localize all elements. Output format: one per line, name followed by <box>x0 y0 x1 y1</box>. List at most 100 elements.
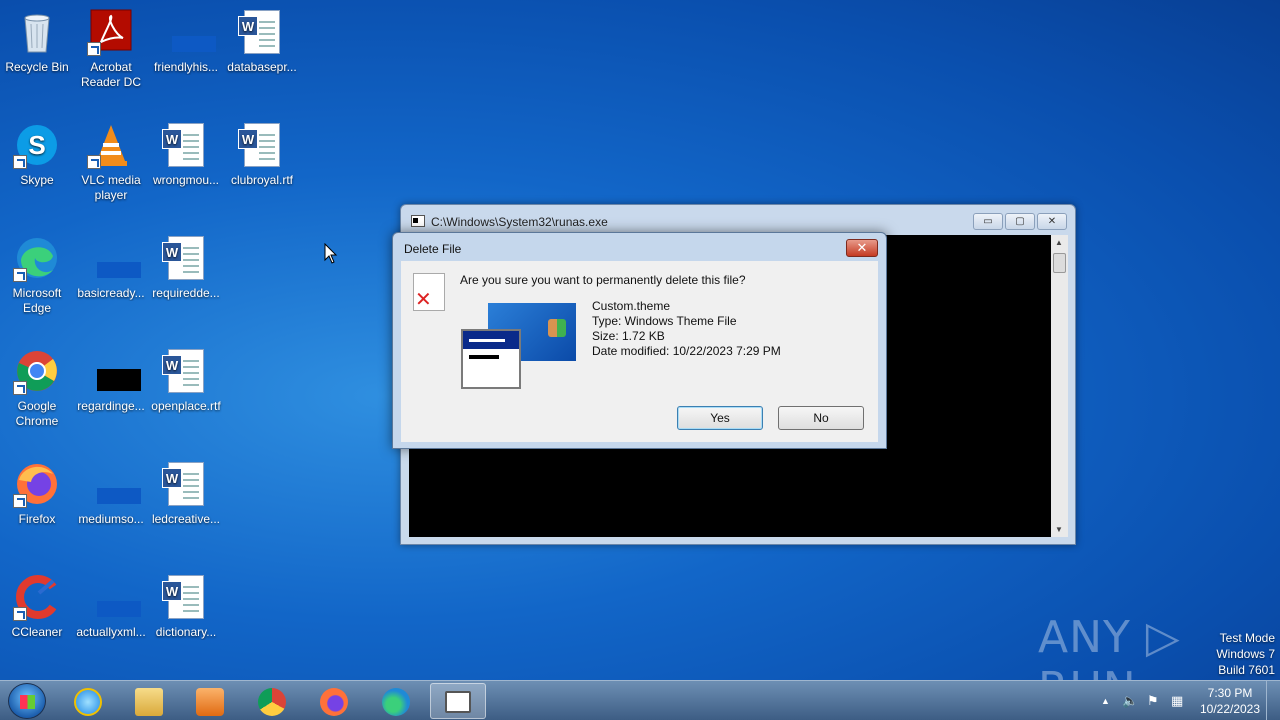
word-document-icon: W <box>238 121 286 169</box>
desktop-icon-label: basicready... <box>77 286 145 300</box>
desktop-icon-label: requiredde... <box>152 286 220 300</box>
ccleaner-icon <box>13 573 61 621</box>
shortcut-arrow-icon <box>87 42 101 56</box>
desktop-icon-mediumso[interactable]: mediumso... <box>74 460 148 527</box>
desktop-icon-ledcreative[interactable]: W ledcreative... <box>149 460 223 527</box>
yes-button[interactable]: Yes <box>677 406 763 430</box>
desktop-icon-actuallyxml[interactable]: actuallyxml... <box>74 573 148 640</box>
taskbar-chrome[interactable] <box>244 683 300 719</box>
action-center-flag-icon[interactable]: ⚑ <box>1147 693 1159 709</box>
console-icon <box>445 691 471 713</box>
word-document-icon: W <box>238 8 286 56</box>
recycle-bin-icon <box>13 8 61 56</box>
show-desktop-button[interactable] <box>1266 681 1280 720</box>
volume-icon[interactable]: 🔈 <box>1122 693 1138 709</box>
scroll-up-icon[interactable]: ▲ <box>1055 238 1063 247</box>
desktop-icon-label: clubroyal.rtf <box>230 173 294 187</box>
taskbar-clock[interactable]: 7:30 PM 10/22/2023 <box>1190 685 1270 717</box>
dialog-close-button[interactable]: ✕ <box>846 239 878 257</box>
clock-time: 7:30 PM <box>1207 686 1253 700</box>
desktop-icon-chrome[interactable]: Google Chrome <box>0 347 74 429</box>
blank-file-icon <box>87 573 141 621</box>
desktop-icon-label: Google Chrome <box>15 399 59 428</box>
blank-file-icon <box>87 460 141 508</box>
windows-logo-icon <box>20 695 35 709</box>
shortcut-arrow-icon <box>13 155 27 169</box>
desktop-icon-clubroyal[interactable]: W clubroyal.rtf <box>225 121 299 188</box>
desktop-icon-vlc[interactable]: VLC media player <box>74 121 148 203</box>
start-button[interactable] <box>8 683 46 719</box>
file-name: Custom.theme <box>592 299 671 313</box>
vlc-icon <box>87 121 135 169</box>
svg-text:S: S <box>28 130 45 160</box>
windows-logo-icon <box>548 319 566 337</box>
shortcut-arrow-icon <box>87 155 101 169</box>
media-player-icon <box>196 688 224 716</box>
delete-file-dialog[interactable]: Delete File ✕ ✕ Are you sure you want to… <box>392 232 887 449</box>
desktop-icon-label: Skype <box>20 173 54 187</box>
desktop-icon-databasepr[interactable]: W databasepr... <box>225 8 299 75</box>
test-mode-line: Test Mode <box>1219 631 1275 645</box>
desktop-icon-label: Recycle Bin <box>5 60 69 74</box>
desktop-icon-recycle-bin[interactable]: Recycle Bin <box>0 8 74 75</box>
maximize-button[interactable]: ▢ <box>1005 213 1035 230</box>
chrome-icon <box>13 347 61 395</box>
clock-date: 10/22/2023 <box>1199 702 1261 716</box>
desktop-icon-regardinge[interactable]: regardinge... <box>74 347 148 414</box>
taskbar-internet-explorer[interactable] <box>60 683 116 719</box>
scroll-down-icon[interactable]: ▼ <box>1055 525 1063 534</box>
network-icon[interactable]: ▦ <box>1171 693 1183 709</box>
desktop-icon-requiredde[interactable]: W requiredde... <box>149 234 223 301</box>
desktop-icon-skype[interactable]: S Skype <box>0 121 74 188</box>
desktop-icon-label: dictionary... <box>155 625 217 639</box>
console-window-icon <box>411 215 425 227</box>
minimize-button[interactable]: ▭ <box>973 213 1003 230</box>
desktop-icon-wrongmou[interactable]: W wrongmou... <box>149 121 223 188</box>
word-document-icon: W <box>162 121 210 169</box>
theme-window-preview <box>461 329 521 389</box>
desktop-icon-acrobat[interactable]: Acrobat Reader DC <box>74 8 148 90</box>
desktop-icon-dictionary[interactable]: W dictionary... <box>149 573 223 640</box>
desktop-icon-label: wrongmou... <box>152 173 220 187</box>
confirm-question: Are you sure you want to permanently del… <box>460 273 746 287</box>
show-hidden-icons-icon[interactable]: ▲ <box>1101 696 1110 706</box>
desktop-icon-label: mediumso... <box>78 512 144 526</box>
firefox-icon <box>13 460 61 508</box>
taskbar-edge[interactable] <box>368 683 424 719</box>
desktop-icon-friendlyhis[interactable]: friendlyhis... <box>149 8 223 75</box>
no-button[interactable]: No <box>778 406 864 430</box>
desktop-icon-label: actuallyxml... <box>76 625 146 639</box>
word-document-icon: W <box>162 573 210 621</box>
desktop-icon-label: openplace.rtf <box>151 399 221 413</box>
blank-file-icon <box>162 8 216 56</box>
vertical-scrollbar[interactable]: ▲ ▼ <box>1051 235 1068 537</box>
acrobat-reader-icon <box>87 8 135 56</box>
blank-file-icon <box>87 234 141 282</box>
desktop-icon-edge[interactable]: Microsoft Edge <box>0 234 74 316</box>
desktop-icon-basicready[interactable]: basicready... <box>74 234 148 301</box>
caption-buttons: ▭ ▢ ✕ <box>973 213 1067 230</box>
desktop-icon-openplace[interactable]: W openplace.rtf <box>149 347 223 414</box>
taskbar-file-explorer[interactable] <box>121 683 177 719</box>
dialog-title: Delete File <box>404 242 462 256</box>
close-button[interactable]: ✕ <box>1037 213 1067 230</box>
mouse-cursor-icon <box>324 243 338 264</box>
desktop-icon-firefox[interactable]: Firefox <box>0 460 74 527</box>
shortcut-arrow-icon <box>13 268 27 282</box>
scroll-thumb[interactable] <box>1053 253 1066 273</box>
file-type: Type: Windows Theme File <box>592 314 737 328</box>
taskbar-runas-console[interactable] <box>430 683 486 719</box>
shortcut-arrow-icon <box>13 381 27 395</box>
desktop-icon-label: Acrobat Reader DC <box>80 60 142 89</box>
taskbar-media-player[interactable] <box>182 683 238 719</box>
taskbar-firefox[interactable] <box>306 683 362 719</box>
taskbar: ▲ 🔈 ⚑ ▦ 7:30 PM 10/22/2023 <box>0 680 1280 720</box>
skype-icon: S <box>13 121 61 169</box>
desktop-icon-label: regardinge... <box>77 399 145 413</box>
internet-explorer-icon <box>74 688 102 716</box>
desktop-icon-label: databasepr... <box>227 60 297 74</box>
shortcut-arrow-icon <box>13 607 27 621</box>
desktop-icon-ccleaner[interactable]: CCleaner <box>0 573 74 640</box>
os-name-line: Windows 7 <box>1216 647 1275 661</box>
build-line: Build 7601 <box>1218 663 1275 677</box>
